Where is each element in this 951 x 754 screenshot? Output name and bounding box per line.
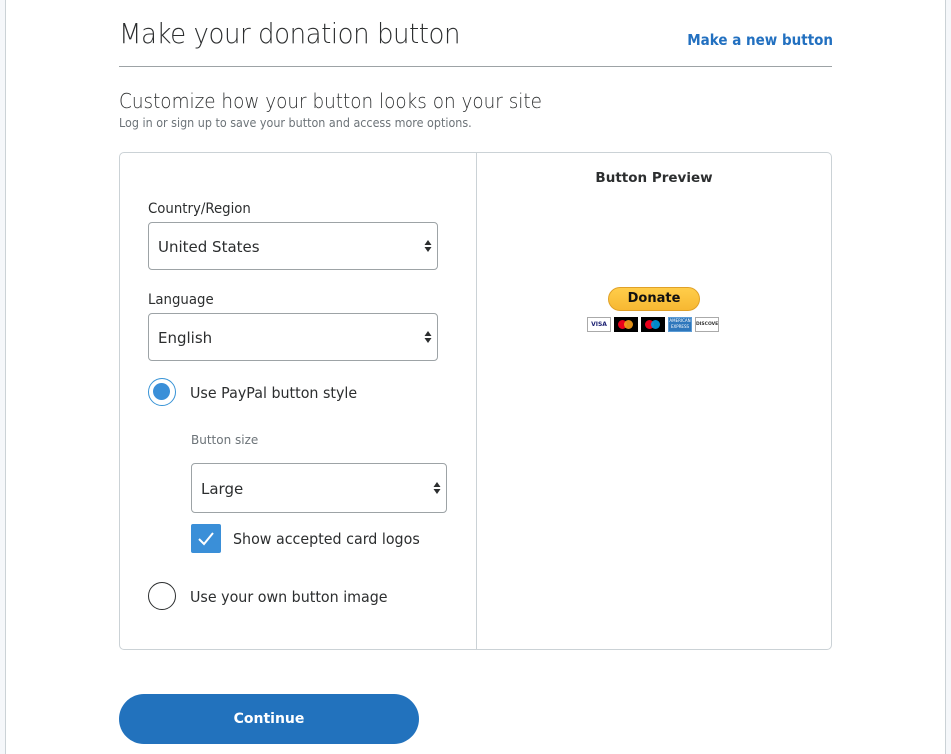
- section-title: Customize how your button looks on your …: [119, 89, 542, 113]
- country-label: Country/Region: [148, 201, 251, 217]
- maestro-icon: [641, 317, 665, 332]
- show-card-logos-label: Show accepted card logos: [233, 530, 420, 548]
- select-arrows-icon: [424, 240, 432, 252]
- language-select[interactable]: English: [148, 313, 438, 361]
- own-image-radio[interactable]: [148, 582, 176, 610]
- language-label: Language: [148, 292, 214, 308]
- button-size-select[interactable]: Large: [191, 463, 447, 513]
- section-hint: Log in or sign up to save your button an…: [119, 116, 472, 130]
- visa-icon: VISA: [587, 317, 611, 332]
- own-image-label: Use your own button image: [190, 588, 388, 606]
- button-size-value: Large: [201, 480, 244, 498]
- card-logos: VISA AMERICAN EXPRESS DISCOVER: [587, 317, 719, 333]
- select-arrows-icon: [433, 482, 441, 494]
- page: Make your donation button Make a new but…: [5, 0, 946, 754]
- customize-panel: Country/Region United States Language En…: [119, 152, 832, 650]
- checkmark-icon: [198, 532, 214, 546]
- country-value: United States: [158, 238, 260, 256]
- page-title: Make your donation button: [119, 17, 461, 50]
- country-select[interactable]: United States: [148, 222, 438, 270]
- preview-title: Button Preview: [595, 170, 713, 186]
- language-value: English: [158, 329, 213, 347]
- make-new-button-link[interactable]: Make a new button: [687, 31, 833, 49]
- continue-button[interactable]: Continue: [119, 694, 419, 744]
- discover-icon: DISCOVER: [695, 317, 719, 332]
- panel-divider: [476, 153, 477, 649]
- donate-button-preview: Donate: [608, 287, 700, 311]
- paypal-style-radio[interactable]: [148, 378, 176, 406]
- header-divider: [119, 66, 832, 67]
- show-card-logos-checkbox[interactable]: [191, 524, 221, 553]
- paypal-style-label: Use PayPal button style: [190, 384, 358, 402]
- mastercard-icon: [614, 317, 638, 332]
- american-express-icon: AMERICAN EXPRESS: [668, 317, 692, 332]
- button-size-label: Button size: [191, 433, 259, 447]
- select-arrows-icon: [424, 331, 432, 343]
